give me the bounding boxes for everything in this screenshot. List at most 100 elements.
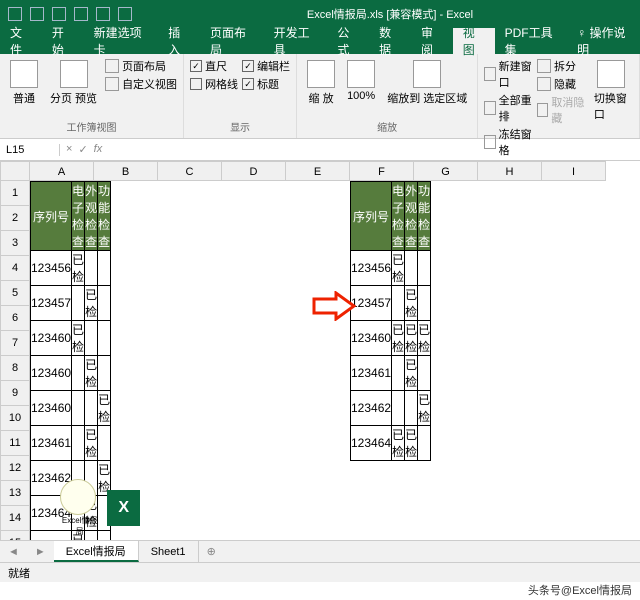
cell[interactable]: 已检 [392,251,405,286]
cell[interactable] [98,286,111,321]
qat-icon[interactable] [74,7,88,21]
menu-tab-7[interactable]: 数据 [369,28,411,54]
menu-tab-1[interactable]: 开始 [42,28,84,54]
cell[interactable] [405,391,418,426]
row-header[interactable]: 10 [0,406,30,431]
table-header[interactable]: 电子检查 [72,182,85,251]
menu-tab-6[interactable]: 公式 [327,28,369,54]
table-header[interactable]: 外观检查 [405,182,418,251]
cell[interactable] [72,356,85,391]
row-header[interactable]: 6 [0,306,30,331]
cell[interactable] [418,251,431,286]
table-header[interactable]: 功能检查 [98,182,111,251]
cell[interactable]: 123456 [351,251,392,286]
name-box[interactable]: L15 [0,144,60,156]
cell[interactable] [405,251,418,286]
cell[interactable]: 123457 [351,286,392,321]
table-row[interactable]: 123460 已检 [31,391,111,426]
cell[interactable]: 123464 [351,426,392,461]
cell[interactable] [85,321,98,356]
cell[interactable] [392,356,405,391]
table-row[interactable]: 123460 已检 [31,356,111,391]
table-header[interactable]: 功能检查 [418,182,431,251]
cancel-icon[interactable]: × [66,143,72,156]
table-row[interactable]: 123457已检 [31,286,111,321]
col-header[interactable]: F [350,161,414,181]
cell[interactable] [418,426,431,461]
cell[interactable] [72,391,85,426]
cell[interactable]: 123456 [31,251,72,286]
row-header[interactable]: 9 [0,381,30,406]
switch-windows-button[interactable]: 切换窗口 [590,58,633,158]
data-table-right[interactable]: 序列号电子检查外观检查功能检查123456已检123457已检123460已检已… [350,181,431,461]
cell[interactable]: 已检 [418,321,431,356]
cell[interactable]: 123460 [31,391,72,426]
table-row[interactable]: 123460已检 [31,321,111,356]
col-header[interactable]: I [542,161,606,181]
col-header[interactable]: B [94,161,158,181]
column-headers[interactable]: ABCDEFGHI [30,161,606,181]
row-header[interactable]: 5 [0,281,30,306]
menu-tab-3[interactable]: 插入 [158,28,200,54]
cell[interactable] [85,251,98,286]
select-all-corner[interactable] [0,161,30,181]
cell[interactable] [85,391,98,426]
redo-icon[interactable] [52,7,66,21]
table-header[interactable]: 序列号 [31,182,72,251]
sheet-tab[interactable]: Excel情报局 [54,541,139,562]
cell[interactable] [72,286,85,321]
sheet-nav-prev-icon[interactable]: ◄ [0,546,27,558]
fx-icon[interactable]: fx [94,143,103,156]
row-header[interactable]: 8 [0,356,30,381]
table-header[interactable]: 电子检查 [392,182,405,251]
cell[interactable]: 已检 [85,286,98,321]
split-button[interactable]: 拆分 [537,58,586,74]
table-row[interactable]: 123457 已检 [351,286,431,321]
menu-tab-0[interactable]: 文件 [0,28,42,54]
table-header[interactable]: 序列号 [351,182,392,251]
cell[interactable]: 已检 [405,286,418,321]
table-row[interactable]: 123462 已检 [351,391,431,426]
menu-tab-9[interactable]: 视图 [453,28,495,54]
cell[interactable]: 123461 [351,356,392,391]
save-icon[interactable] [8,7,22,21]
cell[interactable]: 已检 [98,391,111,426]
cell[interactable]: 已检 [405,356,418,391]
row-header[interactable]: 7 [0,331,30,356]
menu-tab-5[interactable]: 开发工具 [264,28,328,54]
cell[interactable]: 已检 [418,391,431,426]
freeze-panes-button[interactable]: 冻结窗格 [484,126,533,158]
unhide-button[interactable]: 取消隐藏 [537,94,586,126]
undo-icon[interactable] [30,7,44,21]
new-sheet-button[interactable]: ⊕ [199,545,224,558]
menu-tab-2[interactable]: 新建选项卡 [84,28,159,54]
qat-icon[interactable] [118,7,132,21]
row-header[interactable]: 13 [0,481,30,506]
cell[interactable]: 已检 [85,356,98,391]
cell[interactable]: 123460 [31,356,72,391]
col-header[interactable]: C [158,161,222,181]
cell[interactable]: 123462 [351,391,392,426]
cell[interactable]: 已检 [72,321,85,356]
show-checkbox[interactable]: 网格线 [190,76,238,92]
show-checkbox[interactable]: ✓编辑栏 [242,58,290,74]
cell[interactable] [98,426,111,461]
cell[interactable]: 已检 [405,426,418,461]
table-row[interactable]: 123460已检已检已检 [351,321,431,356]
row-header[interactable]: 11 [0,431,30,456]
cell[interactable] [98,321,111,356]
cell[interactable]: 123461 [31,426,72,461]
normal-view-button[interactable]: 普通 [6,58,42,108]
row-header[interactable]: 14 [0,506,30,531]
zoom-button[interactable]: 缩 放 [303,58,339,108]
col-header[interactable]: G [414,161,478,181]
table-header[interactable]: 外观检查 [85,182,98,251]
spreadsheet-grid[interactable]: ABCDEFGHI 123456789101112131415 序列号电子检查外… [0,161,640,541]
tell-me[interactable]: ♀ 操作说明 [569,24,640,58]
cell[interactable] [72,426,85,461]
show-checkbox[interactable]: ✓直尺 [190,58,238,74]
row-header[interactable]: 1 [0,181,30,206]
table-row[interactable]: 123461已检 [31,426,111,461]
arrange-all-button[interactable]: 全部重排 [484,92,533,124]
menu-tab-10[interactable]: PDF工具集 [495,28,570,54]
